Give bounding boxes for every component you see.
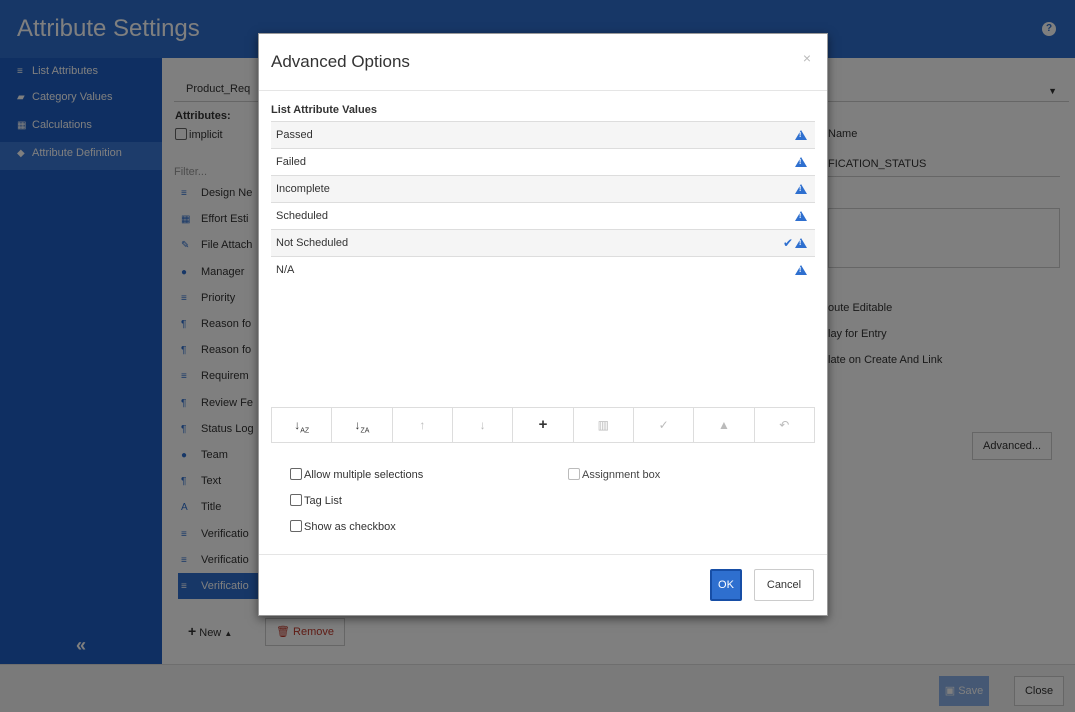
tag-list-label: Tag List [304, 495, 342, 507]
warning-icon[interactable]: ▲ [694, 408, 755, 442]
list-value-label: Not Scheduled [276, 237, 349, 249]
list-value-label: Failed [276, 156, 306, 168]
warning-icon [795, 184, 807, 194]
warning-icon [795, 238, 807, 248]
close-icon[interactable]: × [803, 50, 811, 66]
list-value-row[interactable]: Passed [271, 121, 815, 148]
sort-descending-icon[interactable]: ↓ZA [332, 408, 393, 442]
undo-icon[interactable]: ↶ [755, 408, 814, 442]
move-down-icon[interactable]: ↓ [453, 408, 514, 442]
list-value-label: Scheduled [276, 210, 328, 222]
warning-icon [795, 157, 807, 167]
ok-button[interactable]: OK [710, 569, 742, 601]
cancel-button[interactable]: Cancel [754, 569, 814, 601]
allow-multiple-label: Allow multiple selections [304, 469, 424, 481]
show-checkbox-label: Show as checkbox [304, 521, 396, 533]
allow-multiple-checkbox[interactable] [290, 468, 302, 480]
section-label: List Attribute Values [271, 104, 377, 116]
list-value-row[interactable]: Failed [271, 148, 815, 175]
dialog-title: Advanced Options [271, 52, 410, 71]
list-value-label: Passed [276, 129, 313, 141]
tag-list-checkbox[interactable] [290, 494, 302, 506]
advanced-options-dialog: Advanced Options × List Attribute Values… [258, 33, 828, 616]
delete-icon[interactable]: ▥ [574, 408, 634, 442]
assignment-box-label: Assignment box [582, 469, 661, 481]
show-checkbox-option[interactable]: Show as checkbox [290, 520, 396, 533]
list-value-row[interactable]: Not Scheduled ✔ [271, 229, 815, 256]
warning-icon [795, 265, 807, 275]
assignment-box-checkbox[interactable] [568, 468, 580, 480]
tag-list-option[interactable]: Tag List [290, 494, 342, 507]
sort-ascending-icon[interactable]: ↓AZ [272, 408, 333, 442]
list-value-label: N/A [276, 264, 295, 276]
list-value-row[interactable]: Incomplete [271, 175, 815, 202]
list-value-label: Incomplete [276, 183, 330, 195]
values-toolbar: ↓AZ ↓ZA ↑ ↓ + ▥ ✓ ▲ ↶ [271, 407, 815, 443]
list-value-row[interactable]: Scheduled [271, 202, 815, 229]
move-up-icon[interactable]: ↑ [393, 408, 453, 442]
list-value-row[interactable]: N/A [271, 256, 815, 283]
divider [259, 554, 827, 555]
add-icon[interactable]: + [513, 408, 574, 442]
check-icon: ✔ [782, 236, 793, 250]
check-icon[interactable]: ✓ [634, 408, 695, 442]
show-checkbox-checkbox[interactable] [290, 520, 302, 532]
assignment-box-option[interactable]: Assignment box [568, 468, 660, 481]
divider [259, 90, 827, 91]
values-list: Passed Failed Incomplete Scheduled Not Sched… [271, 121, 815, 283]
warning-icon [795, 211, 807, 221]
allow-multiple-option[interactable]: Allow multiple selections [290, 468, 423, 481]
warning-icon [795, 130, 807, 140]
